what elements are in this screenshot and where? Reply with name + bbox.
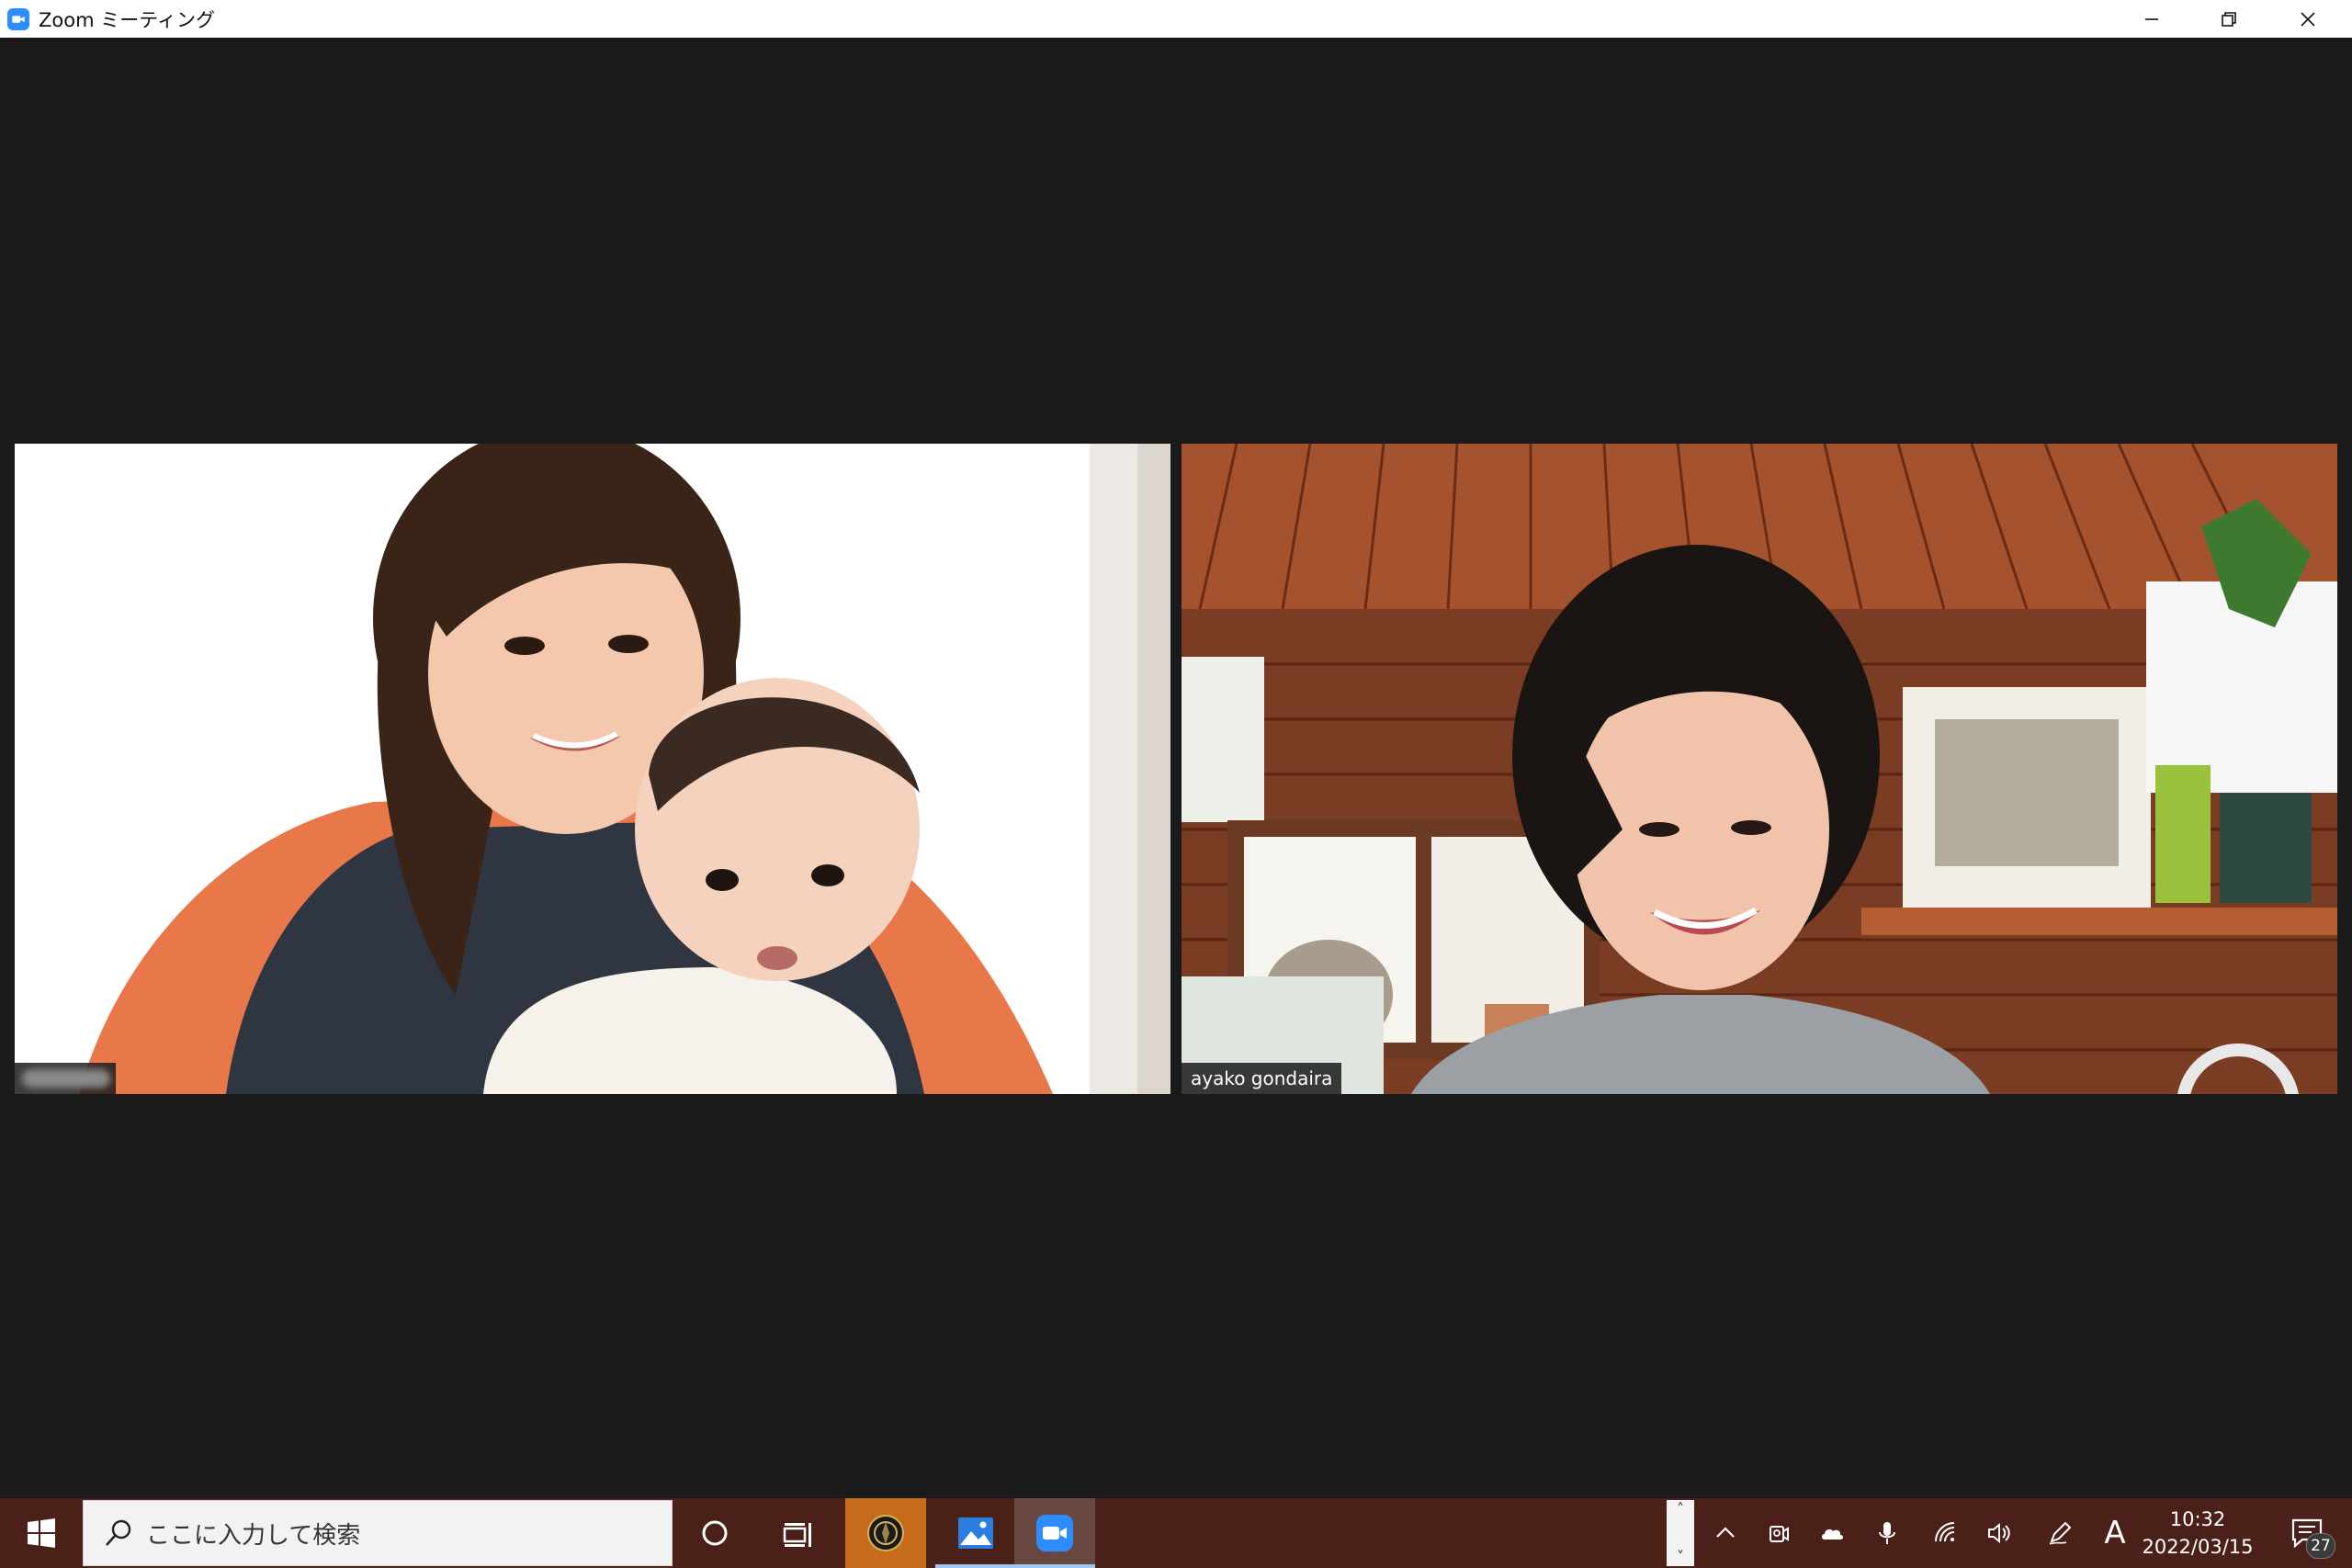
app-running-indicator bbox=[1014, 1564, 1095, 1568]
search-placeholder: ここに入力して検索 bbox=[146, 1521, 361, 1550]
blurred-name bbox=[22, 1069, 110, 1088]
wifi-icon bbox=[1935, 1522, 1955, 1542]
restore-button[interactable] bbox=[2192, 0, 2266, 38]
minimize-icon bbox=[2145, 17, 2158, 20]
taskbar-scroll-control[interactable]: ˄ ˅ bbox=[1667, 1500, 1694, 1566]
onedrive-button[interactable] bbox=[1806, 1498, 1858, 1568]
close-button[interactable] bbox=[2271, 0, 2345, 38]
taskbar-clock[interactable]: 10:32 2022/03/15 bbox=[2133, 1498, 2262, 1568]
volume-button[interactable] bbox=[1973, 1498, 2025, 1568]
meet-now-button[interactable] bbox=[1753, 1498, 1804, 1568]
taskbar-app-photos[interactable] bbox=[935, 1498, 1016, 1568]
microphone-icon bbox=[1879, 1522, 1895, 1544]
aperture-icon bbox=[867, 1515, 904, 1551]
microphone-status-button[interactable] bbox=[1861, 1498, 1913, 1568]
participant-video-tile-1[interactable] bbox=[15, 444, 1170, 1094]
notification-count-badge: 27 bbox=[2306, 1533, 2335, 1559]
network-button[interactable] bbox=[1920, 1498, 1972, 1568]
action-center-button[interactable]: 27 bbox=[2275, 1498, 2339, 1568]
clock-date: 2022/03/15 bbox=[2142, 1536, 2254, 1558]
video-feed-mother-and-baby bbox=[15, 444, 1170, 1094]
cortana-button[interactable] bbox=[680, 1498, 750, 1568]
task-view-icon bbox=[783, 1523, 811, 1547]
chevron-up-icon bbox=[1716, 1527, 1735, 1538]
clock-time: 10:32 bbox=[2169, 1508, 2226, 1530]
taskbar-search-box[interactable]: ここに入力して検索 bbox=[83, 1500, 673, 1566]
scroll-up-icon[interactable]: ˄ bbox=[1677, 1500, 1684, 1518]
start-button[interactable] bbox=[0, 1498, 83, 1568]
minimize-button[interactable] bbox=[2115, 0, 2188, 38]
taskbar-app-zoom[interactable] bbox=[1014, 1498, 1095, 1568]
taskbar-app-capture[interactable] bbox=[845, 1498, 926, 1568]
window-title: Zoom ミーティング bbox=[39, 8, 215, 31]
meet-now-icon bbox=[1770, 1526, 1789, 1542]
zoom-camera-icon bbox=[1036, 1515, 1073, 1551]
onedrive-cloud-icon bbox=[1822, 1529, 1843, 1540]
close-icon bbox=[2301, 11, 2315, 27]
scroll-down-icon[interactable]: ˅ bbox=[1677, 1548, 1684, 1566]
pen-icon bbox=[2049, 1521, 2072, 1545]
zoom-camera-icon bbox=[7, 7, 29, 30]
restore-icon bbox=[2222, 11, 2236, 27]
windows-taskbar: ここに入力して検索 ˄ ˅ A 10:32 2022/03/15 27 bbox=[0, 1498, 2352, 1568]
cortana-circle-icon bbox=[702, 1520, 728, 1546]
video-feed-woman-wood-room bbox=[1182, 444, 2337, 1094]
photos-icon bbox=[958, 1517, 993, 1549]
search-icon bbox=[106, 1519, 131, 1546]
participant-name-tag-hidden bbox=[15, 1063, 116, 1094]
window-titlebar: Zoom ミーティング bbox=[0, 0, 2352, 38]
participant-name-tag: ayako gondaira bbox=[1182, 1063, 1342, 1094]
windows-start-icon bbox=[28, 1518, 55, 1548]
ime-indicator: A bbox=[2104, 1515, 2126, 1551]
speaker-icon bbox=[1988, 1522, 2010, 1544]
participant-video-tile-2[interactable]: ayako gondaira bbox=[1182, 444, 2337, 1094]
participant-name: ayako gondaira bbox=[1191, 1067, 1333, 1089]
task-view-button[interactable] bbox=[759, 1498, 838, 1568]
meeting-gallery: ayako gondaira bbox=[0, 38, 2352, 1498]
app-running-indicator bbox=[935, 1564, 1016, 1568]
pen-workspace-button[interactable] bbox=[2034, 1498, 2086, 1568]
show-hidden-icons-button[interactable] bbox=[1700, 1498, 1751, 1568]
